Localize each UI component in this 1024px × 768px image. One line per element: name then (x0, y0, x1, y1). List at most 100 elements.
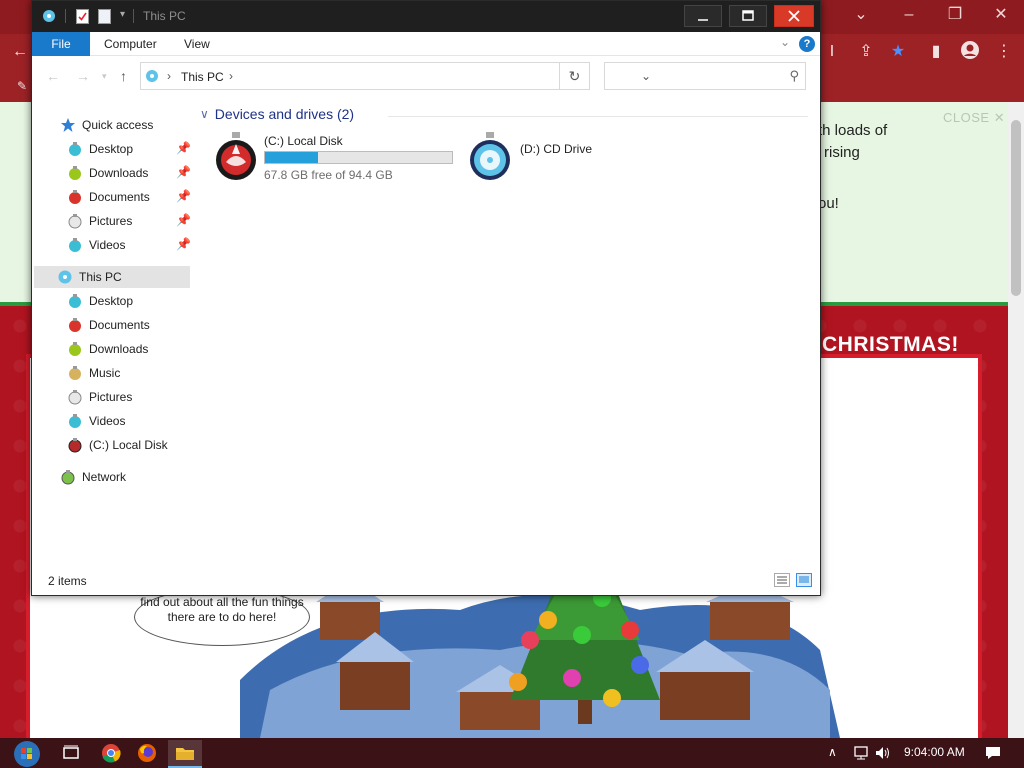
minimize-button[interactable] (684, 5, 722, 27)
menu-kebab-icon[interactable]: ⋮ (992, 40, 1016, 64)
new-folder-icon[interactable] (98, 9, 112, 24)
pin-icon[interactable]: 📌 (176, 141, 191, 155)
title-bar[interactable]: ▾ This PC (32, 1, 820, 32)
nav-pc-downloads[interactable]: Downloads (67, 338, 148, 360)
back-arrow-icon[interactable]: ← (46, 68, 60, 84)
downloads-icon (67, 341, 83, 357)
nav-item-label: Pictures (89, 390, 133, 404)
nav-pc-videos[interactable]: Videos (67, 410, 125, 432)
properties-icon[interactable] (76, 9, 90, 24)
task-view-icon[interactable] (58, 741, 84, 765)
promo-close-button[interactable]: CLOSE ✕ (943, 110, 1005, 126)
tab-computer[interactable]: Computer (90, 32, 171, 56)
refresh-button[interactable]: ↻ (560, 62, 590, 90)
nav-network[interactable]: Network (60, 466, 126, 488)
chrome-icon[interactable] (98, 741, 124, 765)
star-icon (60, 117, 76, 133)
sidepanel-icon[interactable]: ▮ (924, 40, 948, 64)
local-disk-ornament-icon (216, 132, 256, 180)
expand-ribbon-icon[interactable]: ⌄ (780, 35, 790, 49)
start-button[interactable] (10, 740, 44, 768)
pin-icon[interactable]: 📌 (176, 165, 191, 179)
close-icon[interactable]: ✕ (978, 0, 1024, 30)
file-explorer-taskbar-button[interactable] (168, 740, 202, 768)
nav-pc-desktop[interactable]: Desktop (67, 290, 133, 312)
nav-qa-videos[interactable]: Videos (67, 234, 125, 256)
firefox-icon[interactable] (134, 741, 160, 765)
restore-icon[interactable]: ❐ (932, 0, 978, 30)
status-bar: 2 items (32, 566, 820, 595)
close-button[interactable] (774, 5, 814, 27)
nav-qa-documents[interactable]: Documents (67, 186, 150, 208)
page-scrollbar-thumb[interactable] (1011, 120, 1021, 296)
tray-show-hidden-icon[interactable]: ∧ (828, 745, 837, 759)
volume-tray-icon[interactable] (870, 741, 896, 765)
nav-pc-documents[interactable]: Documents (67, 314, 150, 336)
ribbon-tabs: File Computer View ⌄ ? (32, 32, 820, 56)
nav-pc-local-disk[interactable]: (C:) Local Disk (67, 434, 168, 456)
documents-icon (67, 317, 83, 333)
nav-item-label: Pictures (89, 214, 133, 228)
address-bar[interactable]: › This PC › ⌄ (140, 62, 651, 90)
recent-locations-icon[interactable]: ▾ (102, 71, 107, 82)
nav-this-pc[interactable]: This PC (34, 266, 190, 288)
desktop-icon (67, 293, 83, 309)
large-icons-view-icon[interactable] (796, 573, 812, 587)
downloads-icon (67, 165, 83, 181)
back-icon[interactable]: ← (8, 40, 32, 64)
nav-qa-pictures[interactable]: Pictures (67, 210, 132, 232)
breadcrumb-this-pc[interactable]: This PC (181, 70, 224, 84)
customize-qat-icon[interactable]: ▾ (120, 9, 134, 24)
nav-item-label: Documents (89, 318, 150, 332)
breadcrumb-separator-icon[interactable]: › (167, 69, 171, 83)
drive-c-usage-fill (265, 152, 318, 163)
search-input[interactable]: ⚲ (604, 62, 806, 90)
minimize-icon[interactable]: – (886, 0, 932, 30)
nav-item-label: Desktop (89, 142, 134, 156)
tab-file[interactable]: File (32, 32, 90, 56)
devices-and-drives-group[interactable]: ∨ Devices and drives (2) (200, 106, 354, 122)
network-icon (60, 469, 76, 485)
action-center-icon[interactable] (980, 741, 1006, 765)
profile-avatar[interactable] (958, 40, 982, 64)
nav-quick-access[interactable]: Quick access (60, 114, 153, 136)
group-divider (388, 116, 808, 117)
maximize-button[interactable] (729, 5, 767, 27)
desktop-icon (67, 141, 83, 157)
group-collapse-chevron-icon[interactable]: ∨ (200, 107, 209, 121)
pictures-icon (67, 389, 83, 405)
nav-item-label: Desktop (89, 294, 134, 308)
nav-qa-desktop[interactable]: Desktop (67, 138, 133, 160)
up-arrow-icon[interactable]: ↑ (120, 68, 127, 84)
breadcrumb-separator-icon[interactable]: › (229, 69, 233, 83)
pin-icon[interactable]: 📌 (176, 237, 191, 251)
help-icon[interactable]: ? (799, 36, 815, 52)
window-title: This PC (143, 9, 186, 23)
music-icon (67, 365, 83, 381)
pin-icon[interactable]: 📌 (176, 189, 191, 203)
details-view-icon[interactable] (774, 573, 790, 587)
nav-item-label: Downloads (89, 166, 149, 180)
nav-this-pc-label: This PC (79, 270, 122, 284)
nav-pc-music[interactable]: Music (67, 362, 120, 384)
nav-qa-downloads[interactable]: Downloads (67, 162, 148, 184)
share-icon[interactable]: ⇪ (854, 40, 878, 64)
this-pc-icon (57, 269, 73, 285)
speech-bubble: find out about all the fun things there … (134, 588, 310, 646)
forward-arrow-icon[interactable]: → (76, 68, 90, 84)
drive-c-usage-bar (264, 151, 453, 164)
taskbar-clock[interactable]: 9:04:00 AM (904, 745, 965, 759)
file-explorer-window: ▾ This PC File Computer View ⌄ ? ← → ▾ ↑… (31, 0, 821, 596)
drive-d-cd-drive[interactable]: (D:) CD Drive (468, 132, 658, 184)
promo-text-line-2: rising (824, 144, 860, 161)
nav-item-label: Videos (89, 238, 126, 252)
drive-c-local-disk[interactable]: (C:) Local Disk 67.8 GB free of 94.4 GB (214, 132, 454, 184)
close-x-icon: ✕ (993, 110, 1006, 125)
cd-drive-ornament-icon (470, 132, 510, 180)
tab-search-icon[interactable]: ⌄ (838, 0, 884, 30)
minimize-icon (698, 19, 708, 21)
bookmark-star-icon[interactable]: ★ (886, 40, 910, 64)
nav-pc-pictures[interactable]: Pictures (67, 386, 132, 408)
tab-view[interactable]: View (170, 32, 224, 56)
pin-icon[interactable]: 📌 (176, 213, 191, 227)
